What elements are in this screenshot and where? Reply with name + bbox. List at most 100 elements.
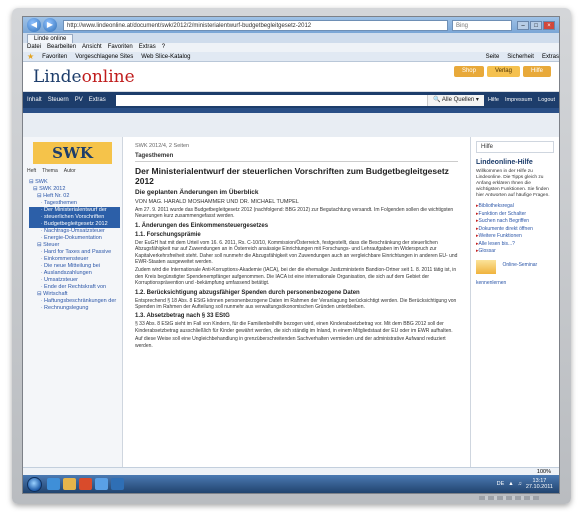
document-tree: ⊟ SWK ⊟ SWK 2012 ⊟ Heft Nr. 02 ∙ Tagestheme… (23, 176, 122, 312)
maximize-icon[interactable]: □ (530, 20, 542, 30)
section-heading-1: 1. Änderungen des Einkommensteuergesetze… (135, 222, 269, 229)
paragraph-2: Zudem wird die Internationale Anti-Korru… (135, 267, 457, 287)
logo-main: Linde (33, 67, 82, 87)
document-intro: Am 27. 9. 2011 wurde das Budgetbegleitge… (135, 207, 454, 220)
swk-badge[interactable]: SWK (33, 142, 112, 164)
command-tools[interactable]: Extras (542, 52, 559, 62)
nav-pv[interactable]: PV (75, 97, 83, 103)
section-heading-1-2: 1.2. Berücksichtigung abzugsfähiger Spen… (135, 289, 360, 296)
site-search: 🔍 Alle Quellen ▾ (115, 94, 484, 106)
monitor-vent (479, 496, 539, 500)
clock[interactable]: 13:17 27.10.2011 (526, 478, 553, 490)
tree-item[interactable]: ⊟ Heft Nr. 02 (29, 193, 120, 200)
word-taskbar-icon[interactable] (111, 478, 124, 490)
help-title: Lindeonline-Hilfe (476, 159, 533, 166)
screen: ◀ ▶ http://www.lindeonline.at/document/s… (22, 16, 560, 494)
tree-item[interactable]: ∙ Der Ministerialentwurf der (29, 207, 120, 214)
media-taskbar-icon[interactable] (79, 478, 92, 490)
tree-item[interactable]: ∙ Haftungsbeschränkungen der (29, 298, 120, 305)
ie-taskbar-icon[interactable] (47, 478, 60, 490)
sidebar: SWK Heft Thema Autor ⊟ SWK ⊟ SWK 2012 ⊟ He… (23, 137, 123, 475)
tree-item[interactable]: ∙ Energie-Dokumentation (29, 235, 120, 242)
meta-heft[interactable]: Heft (27, 168, 36, 174)
help-link-suchen[interactable]: Suchen nach Begriffen (476, 218, 554, 226)
meta-thema[interactable]: Thema (42, 168, 58, 174)
nav-logout[interactable]: Logout (538, 97, 555, 103)
tree-item[interactable]: ∙ Budgetbegleitgesetz 2012 (29, 221, 120, 228)
tab-shop[interactable]: Shop (453, 66, 484, 77)
command-page[interactable]: Seite (486, 52, 500, 62)
address-bar[interactable]: http://www.lindeonline.at/document/swk/2… (63, 19, 448, 31)
document-path: SWK 2012/4, 2 Seiten (135, 143, 190, 149)
window-controls: – □ × (516, 20, 555, 30)
help-link-dokumente[interactable]: Dokumente direkt öffnen (476, 226, 554, 234)
tree-item[interactable]: ⊟ SWK (29, 179, 120, 186)
tab-hilfe[interactable]: Hilfe (522, 66, 551, 77)
tree-item[interactable]: ∙ Auslandszahlungen (29, 270, 120, 277)
search-scope-label: Alle Quellen (441, 96, 475, 103)
nav-subbar (23, 108, 559, 113)
tree-item[interactable]: ∙ Tagesthemen (29, 200, 120, 207)
browser-taskbar-icon[interactable] (95, 478, 108, 490)
promo[interactable]: Online-Seminar kennenlernen (476, 256, 554, 292)
tree-item[interactable]: ∙ Nachtrags-Umsatzsteuer (29, 228, 120, 235)
forward-icon[interactable]: ▶ (43, 18, 57, 32)
help-link-lesen[interactable]: Alle lesen bis...? (476, 241, 554, 249)
document-subtitle: Die geplanten Änderungen im Überblick (135, 189, 259, 196)
logo-accent: online (81, 67, 135, 87)
tab-verlag[interactable]: Verlag (486, 66, 520, 77)
document-title: Der Ministerialentwurf der steuerlichen … (135, 166, 449, 186)
tree-item[interactable]: ⊟ SWK 2012 (29, 186, 120, 193)
network-icon[interactable]: ▲ (508, 481, 513, 487)
system-tray: DE ▲ ♫ 13:17 27.10.2011 (497, 478, 559, 490)
nav-extras[interactable]: Extras (89, 97, 106, 103)
help-link-weitere[interactable]: Weitere Funktionen (476, 233, 554, 241)
help-box[interactable]: Hilfe (476, 141, 554, 153)
nav-right: Hilfe Impressum Logout (488, 97, 555, 103)
minimize-icon[interactable]: – (517, 20, 529, 30)
nav-steuern[interactable]: Steuern (48, 97, 69, 103)
content-area: SWK Heft Thema Autor ⊟ SWK ⊟ SWK 2012 ⊟ He… (23, 137, 559, 475)
paragraph-5: Auf diese Weise soll eine Ungleichbehand… (135, 336, 446, 349)
site-logo[interactable]: Lindeonline (33, 67, 135, 87)
search-scope-select[interactable]: 🔍 Alle Quellen ▾ (427, 94, 484, 106)
tree-item[interactable]: ⊟ Steuer (29, 242, 120, 249)
site-search-input[interactable] (116, 95, 427, 106)
nav-inhalt[interactable]: Inhalt (27, 97, 42, 103)
close-icon[interactable]: × (543, 20, 555, 30)
section-heading-1-3: 1.3. Absetzbetrag nach § 33 EStG (135, 313, 230, 320)
help-links: Bibliotheksregal Funktion der Schalter S… (476, 203, 554, 256)
favorites-star-icon[interactable]: ★ (27, 52, 34, 62)
tree-item[interactable]: ∙ Einkommensteuer (29, 256, 120, 263)
tree-item[interactable]: ⊟ Wirtschaft (29, 291, 120, 298)
start-button[interactable] (27, 476, 42, 492)
browser-search-input[interactable]: Bing (452, 19, 512, 31)
command-security[interactable]: Sicherheit (507, 52, 534, 62)
search-icon: 🔍 (433, 96, 442, 103)
volume-icon[interactable]: ♫ (518, 481, 522, 487)
favorites-link[interactable]: Favoriten (42, 52, 67, 62)
paragraph-4: § 33 Abs. 8 EStG sieht im Fall von Kinde… (135, 321, 453, 334)
nav-hilfe[interactable]: Hilfe (488, 97, 499, 103)
explorer-taskbar-icon[interactable] (63, 478, 76, 490)
nav-impressum[interactable]: Impressum (505, 97, 532, 103)
meta-autor[interactable]: Autor (64, 168, 76, 174)
paragraph-3: Entsprechend § 18 Abs. 8 EStG können per… (135, 297, 457, 311)
tree-item[interactable]: ∙ Ende der Rechtskraft von (29, 284, 120, 291)
tree-item[interactable]: ∙ Umsatzsteuer (29, 277, 120, 284)
back-icon[interactable]: ◀ (27, 18, 41, 32)
tree-item[interactable]: ∙ Hard for Taxes and Passive (29, 249, 120, 256)
tree-item[interactable]: ∙ Rechnungslegung (29, 305, 120, 312)
tab-strip: Linde online (23, 33, 559, 43)
tree-item[interactable]: ∙ steuerlichen Vorschriften (29, 214, 120, 221)
web-slice-link[interactable]: Web Slice-Katalog (141, 52, 190, 62)
help-link-schalter[interactable]: Funktion der Schalter (476, 211, 554, 219)
browser-tab[interactable]: Linde online (27, 34, 74, 43)
help-link-glossar[interactable]: Glossar (476, 248, 554, 256)
help-link-bibliotheksregal[interactable]: Bibliotheksregal (476, 203, 554, 211)
tree-item[interactable]: ∙ Die neue Mitteilung bei (29, 263, 120, 270)
paragraph-1: Der EuGH hat mit dem Urteil vom 16. 6. 2… (135, 239, 458, 266)
language-indicator[interactable]: DE (497, 481, 505, 487)
clock-date: 27.10.2011 (525, 484, 553, 490)
suggested-sites-link[interactable]: Vorgeschlagene Sites (75, 52, 133, 62)
